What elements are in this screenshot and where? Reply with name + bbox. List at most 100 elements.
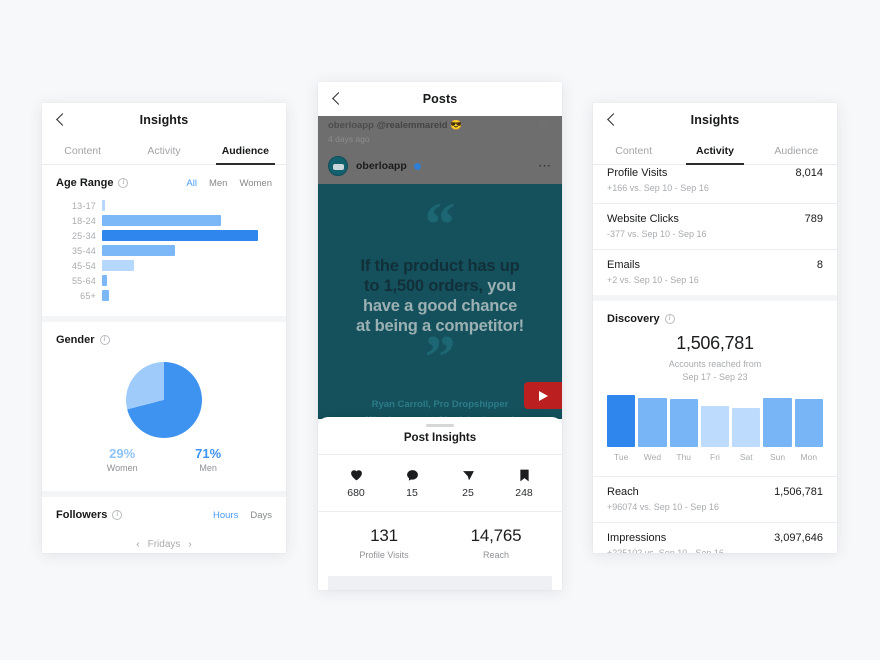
- chevron-left-icon[interactable]: [605, 113, 619, 127]
- total-value: 14,765: [470, 526, 522, 545]
- metric-comments: 15: [384, 468, 440, 499]
- chevron-right-icon[interactable]: ›: [188, 539, 191, 550]
- segment-all[interactable]: All: [186, 178, 197, 189]
- age-bar-fill: [102, 230, 259, 241]
- gender-legend: 29% Women 71% Men: [56, 442, 272, 485]
- discovery-title: Discovery: [607, 313, 660, 325]
- dimmed-post-timestamp: 4 days ago: [328, 134, 370, 144]
- post-header: oberloapp ⋯: [318, 150, 562, 184]
- day-bar-column: [669, 395, 698, 448]
- stat-delta: -377 vs. Sep 10 - Sep 16: [607, 229, 707, 239]
- tab-audience[interactable]: Audience: [756, 137, 837, 164]
- day-label: Sun: [769, 452, 786, 463]
- stat-row: Reach 1,506,781: [607, 486, 823, 498]
- day-bar-column: [607, 395, 636, 448]
- avatar[interactable]: [328, 156, 348, 176]
- gender-title-group: Gender: [56, 334, 110, 346]
- followers-title: Followers: [56, 509, 108, 521]
- day-bar-fill: [638, 397, 667, 448]
- segment-women[interactable]: Women: [239, 178, 272, 189]
- age-bar-fill: [102, 290, 109, 301]
- page-title: Insights: [690, 113, 740, 127]
- phone-left-audience-insights: Insights Content Activity Audience Age R…: [42, 103, 286, 553]
- quote-line-2b: you: [487, 277, 516, 296]
- day-bar-column: [700, 395, 730, 448]
- segment-days[interactable]: Days: [250, 510, 272, 521]
- page-title: Insights: [139, 113, 189, 127]
- dimmed-post-emoji: 😎: [450, 120, 463, 131]
- followers-header: Followers Hours Days: [56, 509, 272, 521]
- more-options-icon[interactable]: ⋯: [538, 158, 552, 174]
- age-bar-label: 35-44: [71, 245, 96, 256]
- sheet-drag-handle[interactable]: [426, 424, 454, 427]
- age-bar-row: 13-17: [56, 199, 272, 212]
- discovery-bar-chart: [607, 395, 823, 448]
- tab-audience[interactable]: Audience: [205, 137, 286, 165]
- stat-row: Profile Visits 8,014: [607, 167, 823, 179]
- post-insights-sheet: Post Insights 680 15 25 248 131 Profile …: [318, 417, 562, 590]
- info-icon[interactable]: [112, 510, 123, 520]
- women-percent: 29%: [109, 446, 136, 461]
- stat-row: Impressions 3,097,646: [607, 532, 823, 544]
- tab-content[interactable]: Content: [593, 137, 674, 164]
- total-reach: 14,765 Reach: [440, 526, 552, 560]
- age-bar-row: 25-34: [56, 229, 272, 242]
- left-navbar: Insights: [42, 103, 286, 137]
- day-label: Tue: [613, 452, 629, 463]
- info-icon[interactable]: [99, 335, 110, 345]
- quote-line-2: to 1,500 orders, you: [334, 276, 546, 296]
- day-label: Wed: [643, 452, 662, 463]
- info-icon[interactable]: [664, 314, 675, 324]
- stat-emails: Emails 8 +2 vs. Sep 10 - Sep 16: [593, 250, 837, 295]
- discovery-title-group: Discovery: [607, 313, 675, 325]
- metric-value: 248: [515, 487, 533, 499]
- tab-activity[interactable]: Activity: [674, 137, 755, 165]
- phone-right-activity-insights: Insights Content Activity Audience Profi…: [593, 103, 837, 553]
- followers-title-group: Followers: [56, 509, 123, 521]
- post-image-quote-card[interactable]: “ If the product has up to 1,500 orders,…: [318, 184, 562, 419]
- youtube-play-icon[interactable]: [524, 382, 562, 409]
- gender-legend-men: 71% Men: [195, 446, 221, 473]
- post-insights-metrics: 680 15 25 248: [318, 455, 562, 512]
- age-range-title: Age Range: [56, 177, 114, 189]
- age-range-card: Age Range All Men Women 13-17: [42, 165, 286, 316]
- segment-men[interactable]: Men: [209, 178, 227, 189]
- bookmark-icon: [496, 468, 552, 482]
- discovery-subtitle-line2: Sep 17 - Sep 23: [682, 371, 748, 382]
- center-navbar: Posts: [318, 82, 562, 116]
- discovery-accounts-reached: 1,506,781: [676, 333, 754, 353]
- pie-shape: [126, 362, 202, 438]
- stat-website-clicks: Website Clicks 789 -377 vs. Sep 10 - Sep…: [593, 204, 837, 249]
- left-tabs: Content Activity Audience: [42, 137, 286, 165]
- age-bar-label: 55-64: [71, 275, 96, 286]
- info-icon[interactable]: [118, 178, 129, 188]
- age-bar-track: [102, 200, 272, 211]
- right-scroll-body[interactable]: Profile Visits 8,014 +166 vs. Sep 10 - S…: [593, 165, 837, 553]
- metric-likes: 680: [328, 468, 384, 499]
- tab-content[interactable]: Content: [42, 137, 123, 164]
- followers-segments: Hours Days: [213, 510, 272, 521]
- chevron-left-icon[interactable]: [330, 92, 344, 106]
- stat-delta: +2 vs. Sep 10 - Sep 16: [607, 275, 699, 285]
- quote-line-2a: to 1,500 orders,: [364, 277, 483, 296]
- chevron-left-icon[interactable]: ‹: [136, 539, 139, 550]
- left-scroll-body[interactable]: Age Range All Men Women 13-17: [42, 165, 286, 553]
- post-insights-title: Post Insights: [318, 432, 562, 455]
- age-bar-row: 45-54: [56, 259, 272, 272]
- age-range-bar-chart: 13-17 18-24 25-34 35-44 45-54 55-64 65+: [56, 195, 272, 310]
- tab-activity[interactable]: Activity: [123, 137, 204, 164]
- age-bar-label: 25-34: [71, 230, 96, 241]
- chevron-left-icon[interactable]: [54, 113, 68, 127]
- segment-hours[interactable]: Hours: [213, 510, 238, 521]
- close-quote-glyph: ”: [424, 323, 456, 392]
- heart-outline-icon[interactable]: ♡: [538, 118, 550, 134]
- discovery-header: Discovery: [607, 313, 823, 325]
- post-username[interactable]: oberloapp: [356, 160, 421, 172]
- age-bar-row: 18-24: [56, 214, 272, 227]
- discovery-subtitle: Accounts reached from Sep 17 - Sep 23: [607, 358, 823, 383]
- day-label: Sat: [739, 452, 753, 463]
- discovery-day-labels: Tue Wed Thu Fri Sat Sun Mon: [607, 452, 823, 462]
- age-bar-track: [102, 215, 272, 226]
- followers-day-stepper: ‹ Fridays ›: [56, 527, 272, 553]
- stat-reach: Reach 1,506,781 +96074 vs. Sep 10 - Sep …: [593, 477, 837, 522]
